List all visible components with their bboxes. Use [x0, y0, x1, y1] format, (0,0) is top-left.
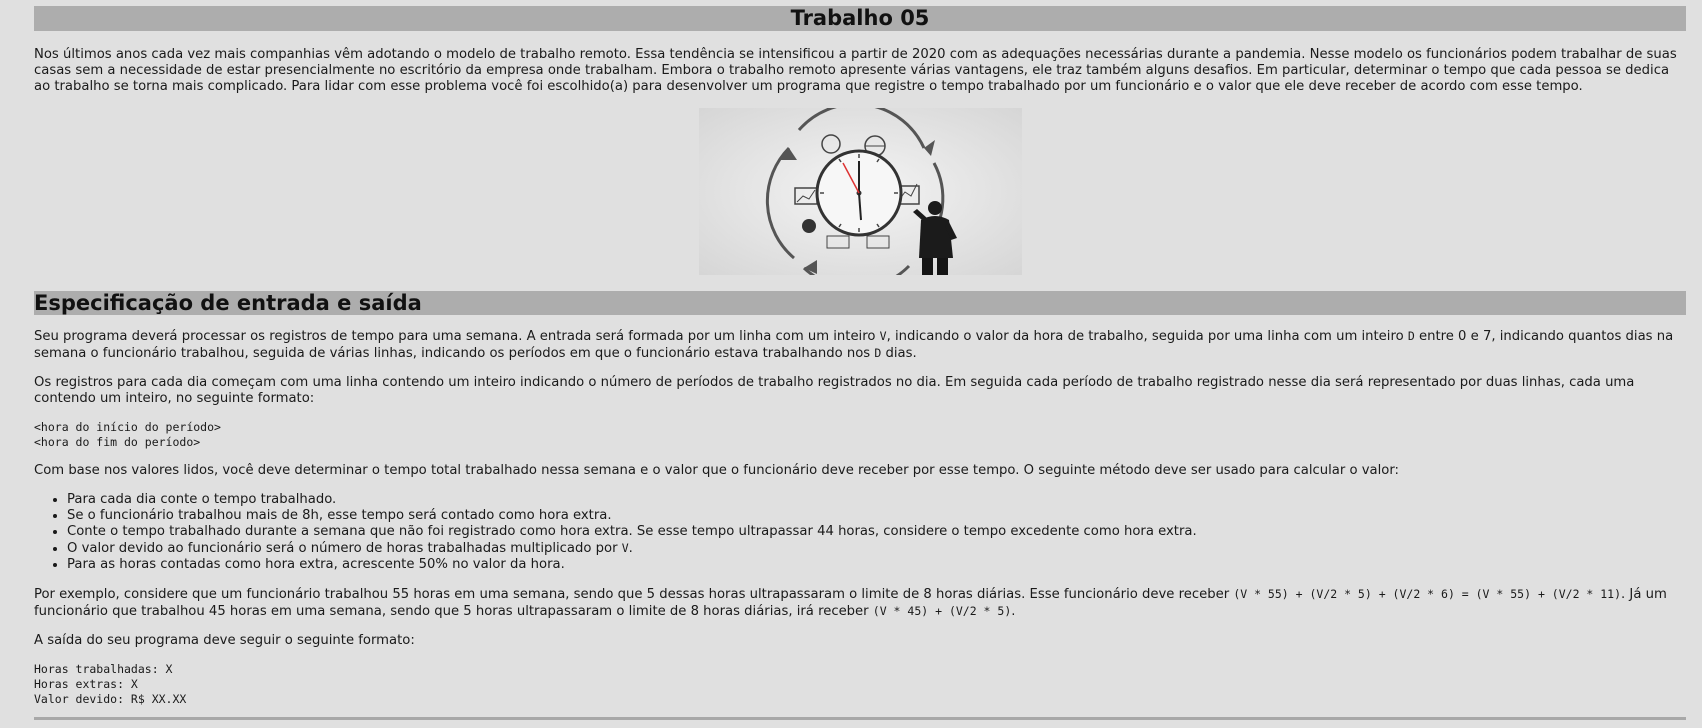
rules-list: Para cada dia conte o tempo trabalhado. … [34, 492, 1686, 573]
clock-illustration-icon [698, 108, 1022, 275]
input-format-code: <hora do início do período> <hora do fim … [34, 420, 1686, 450]
code-line: Valor devido: R$ XX.XX [34, 692, 187, 706]
page-title: Trabalho 05 [34, 6, 1686, 31]
section-title: Especificação de entrada e saída [34, 291, 1686, 315]
example-paragraph: Por exemplo, considere que um funcionári… [34, 586, 1686, 620]
document: Trabalho 05 Nos últimos anos cada vez ma… [34, 0, 1686, 720]
text-span: Seu programa deverá processar os registr… [34, 329, 880, 344]
code-d: D [1407, 329, 1415, 343]
output-format-code: Horas trabalhadas: X Horas extras: X Valor… [34, 662, 1686, 707]
list-item: Para as horas contadas como hora extra, … [67, 557, 1686, 573]
formula-code: (V * 55) + (V/2 * 5) + (V/2 * 6) = (V * … [1233, 587, 1622, 601]
list-item: Para cada dia conte o tempo trabalhado. [67, 492, 1686, 508]
list-item: Conte o tempo trabalhado durante a seman… [67, 524, 1686, 540]
intro-paragraph: Nos últimos anos cada vez mais companhia… [34, 47, 1677, 94]
spec-paragraph-2: Os registros para cada dia começam com u… [34, 375, 1635, 406]
code-line: <hora do início do período> [34, 420, 221, 434]
code-v: V [621, 541, 629, 555]
text-span: dias. [881, 346, 917, 361]
text-span: . [628, 541, 633, 556]
list-item: O valor devido ao funcionário será o núm… [67, 540, 1686, 557]
code-line: Horas trabalhadas: X [34, 662, 173, 676]
figure-container [34, 108, 1686, 275]
text-span: , indicando o valor da hora de trabalho,… [886, 329, 1408, 344]
list-item: Se o funcionário trabalhou mais de 8h, e… [67, 508, 1686, 524]
output-intro-paragraph: A saída do seu programa deve seguir o se… [34, 633, 415, 648]
text-span: . [1011, 604, 1016, 619]
spec-paragraph-1: Seu programa deverá processar os registr… [34, 328, 1686, 362]
code-v: V [879, 329, 887, 343]
formula-code: (V * 45) + (V/2 * 5) [872, 604, 1012, 618]
divider [34, 717, 1686, 720]
code-line: <hora do fim do período> [34, 435, 201, 449]
text-span: Por exemplo, considere que um funcionári… [34, 587, 1234, 602]
code-line: Horas extras: X [34, 677, 138, 691]
spec-paragraph-3: Com base nos valores lidos, você deve de… [34, 463, 1400, 478]
clock-businessman-illustration [698, 108, 1022, 275]
text-span: O valor devido ao funcionário será o núm… [67, 541, 622, 556]
